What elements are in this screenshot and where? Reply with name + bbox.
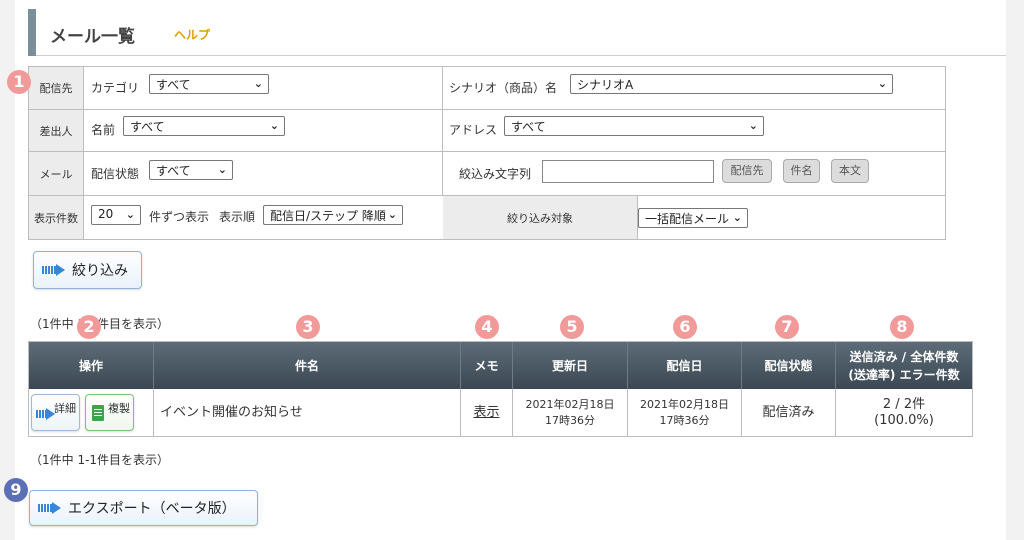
document-icon <box>92 405 104 421</box>
ops-cell: 詳細 複製 <box>29 389 154 436</box>
col-header-status: 配信状態 <box>742 342 836 389</box>
callout-badge-6: 6 <box>673 315 697 339</box>
chevron-down-icon: ⌄ <box>387 208 397 221</box>
scenario-select[interactable]: シナリオA ⌄ <box>570 74 893 94</box>
result-count-bottom: （1件中 1-1件目を表示） <box>30 453 170 467</box>
filter-row-display: 表示件数 20 ⌄ 件ずつ表示 表示順 配信日/ステップ 降順 ⌄ 絞り込み対象… <box>29 196 945 239</box>
mail-list-table: 操作 件名 メモ 更新日 配信日 配信状態 送信済み / 全体件数 (送達率) … <box>28 341 973 437</box>
search-subject-button[interactable]: 件名 <box>783 159 820 183</box>
sent-date: 2021年02月18日 <box>640 397 729 411</box>
chevron-down-icon: ⌄ <box>877 77 887 90</box>
callout-badge-1: 1 <box>7 70 31 94</box>
subject-cell: イベント開催のお知らせ <box>154 389 461 436</box>
filter-button-label: 絞り込み <box>72 263 128 279</box>
sender-address-select[interactable]: すべて ⌄ <box>504 116 764 136</box>
col-header-updated: 更新日 <box>513 342 628 389</box>
target-select[interactable]: 一括配信メール ⌄ <box>638 208 748 228</box>
per-page-suffix: 件ずつ表示 <box>149 210 210 224</box>
status-label: 配信状態 <box>91 167 140 181</box>
memo-show-link[interactable]: 表示 <box>473 405 499 421</box>
category-select-value: すべて <box>156 78 191 92</box>
status-select-value: すべて <box>156 164 191 178</box>
callout-badge-5: 5 <box>560 315 584 339</box>
chevron-down-icon: ⌄ <box>748 119 758 132</box>
title-bar: メール一覧 ヘルプ <box>28 9 1006 56</box>
col-header-counts: 送信済み / 全体件数 (送達率) エラー件数 <box>836 342 972 389</box>
copy-button-label: 複製 <box>108 402 130 415</box>
col-header-counts-line1: 送信済み / 全体件数 <box>849 349 959 364</box>
col-header-sent: 配信日 <box>628 342 742 389</box>
detail-button[interactable]: 詳細 <box>31 394 80 431</box>
help-link[interactable]: ヘルプ <box>174 26 210 43</box>
page-title: メール一覧 <box>50 27 135 47</box>
search-body-button[interactable]: 本文 <box>831 159 869 183</box>
updated-time: 17時36分 <box>545 413 595 427</box>
filter-row-sender: 差出人 名前 すべて ⌄ アドレス すべて ⌄ <box>29 110 945 152</box>
filter-divider <box>442 152 443 195</box>
callout-badge-3: 3 <box>296 315 320 339</box>
sender-name-select[interactable]: すべて ⌄ <box>123 116 285 136</box>
per-page-select-value: 20 <box>98 207 114 221</box>
target-label: 絞り込み対象 <box>443 196 638 239</box>
sender-address-label: アドレス <box>449 123 498 137</box>
filter-row-head: 表示件数 <box>29 196 84 239</box>
chevron-down-icon: ⌄ <box>732 211 742 224</box>
arrow-right-icon <box>36 408 56 420</box>
scenario-select-value: シナリオA <box>577 78 634 92</box>
filter-row-mail: メール 配信状態 すべて ⌄ 絞込み文字列 配信先 件名 本文 <box>29 152 945 196</box>
category-label: カテゴリ <box>91 81 140 95</box>
col-header-subject: 件名 <box>154 342 461 389</box>
order-label: 表示順 <box>219 210 256 224</box>
copy-button[interactable]: 複製 <box>85 394 134 431</box>
updated-cell: 2021年02月18日 17時36分 <box>513 389 628 436</box>
chevron-down-icon: ⌄ <box>125 208 135 221</box>
chevron-down-icon: ⌄ <box>269 119 279 132</box>
title-accent-bar <box>28 9 36 56</box>
counts-cell: 2 / 2件 (100.0%) <box>836 389 972 436</box>
sender-name-select-value: すべて <box>130 120 165 134</box>
col-header-ops: 操作 <box>29 342 154 389</box>
export-button-label: エクスポート（ベータ版） <box>68 501 236 517</box>
sent-cell: 2021年02月18日 17時36分 <box>628 389 742 436</box>
detail-button-label: 詳細 <box>54 402 76 415</box>
col-header-memo: メモ <box>461 342 513 389</box>
per-page-select[interactable]: 20 ⌄ <box>91 205 141 225</box>
sent-time: 17時36分 <box>659 413 710 427</box>
chevron-down-icon: ⌄ <box>217 163 227 176</box>
filter-table: 配信先 カテゴリ すべて ⌄ シナリオ（商品）名 シナリオA ⌄ 差出人 名前 … <box>28 66 946 240</box>
sent-total-count: 2 / 2件 <box>882 396 926 412</box>
filter-row-head: メール <box>29 152 84 195</box>
callout-badge-9: 9 <box>4 478 28 502</box>
filter-row-head: 配信先 <box>29 67 84 109</box>
order-select[interactable]: 配信日/ステップ 降順 ⌄ <box>263 205 403 225</box>
status-cell: 配信済み <box>742 389 836 436</box>
arrow-right-icon <box>42 264 66 276</box>
callout-badge-4: 4 <box>475 315 499 339</box>
chevron-down-icon: ⌄ <box>253 77 263 90</box>
search-recipient-button[interactable]: 配信先 <box>722 159 772 183</box>
filter-row-head: 差出人 <box>29 110 84 151</box>
status-select[interactable]: すべて ⌄ <box>149 160 233 180</box>
export-button[interactable]: エクスポート（ベータ版） <box>29 490 258 526</box>
order-select-value: 配信日/ステップ 降順 <box>270 209 386 223</box>
target-select-value: 一括配信メール <box>645 212 730 226</box>
search-label: 絞込み文字列 <box>459 167 532 181</box>
search-input[interactable] <box>542 160 714 183</box>
scenario-label: シナリオ（商品）名 <box>449 81 558 95</box>
filter-button[interactable]: 絞り込み <box>33 251 142 289</box>
col-header-counts-line2: (送達率) エラー件数 <box>848 367 960 382</box>
memo-cell: 表示 <box>461 389 513 436</box>
sender-name-label: 名前 <box>91 123 116 137</box>
callout-badge-2: 2 <box>77 315 101 339</box>
arrow-right-icon <box>38 502 62 514</box>
filter-divider <box>442 67 443 109</box>
sender-address-select-value: すべて <box>511 120 546 134</box>
category-select[interactable]: すべて ⌄ <box>149 74 269 94</box>
delivery-rate: (100.0%) <box>874 412 934 428</box>
callout-badge-7: 7 <box>775 315 799 339</box>
filter-divider <box>442 110 443 151</box>
callout-badge-8: 8 <box>890 315 914 339</box>
updated-date: 2021年02月18日 <box>525 397 615 411</box>
filter-row-recipient: 配信先 カテゴリ すべて ⌄ シナリオ（商品）名 シナリオA ⌄ <box>29 67 945 110</box>
